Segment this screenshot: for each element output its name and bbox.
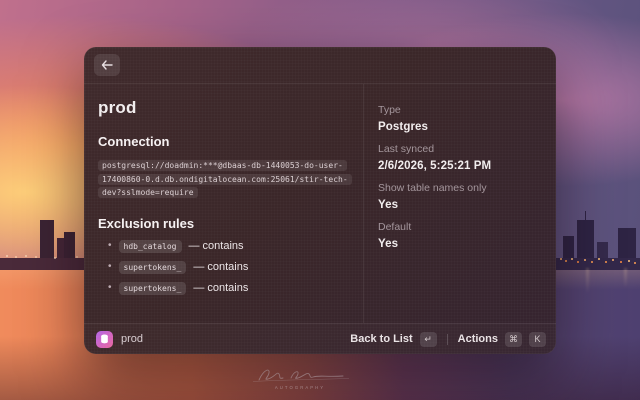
detail-window: prod Connection postgresql://doadmin:***… <box>84 47 556 354</box>
metadata-panel: Type Postgres Last synced 2/6/2026, 5:25… <box>363 84 556 323</box>
meta-label-last-synced: Last synced <box>378 143 542 155</box>
bullet-icon: • <box>108 283 112 293</box>
photographer-watermark: AUTOGRAPHY <box>238 366 362 392</box>
list-item: • hdb_catalog — contains <box>108 240 349 253</box>
meta-value-type: Postgres <box>378 121 542 133</box>
database-icon <box>100 334 109 344</box>
meta-label-show-table-names: Show table names only <box>378 182 542 194</box>
detail-main-column: prod Connection postgresql://doadmin:***… <box>84 84 363 323</box>
list-item: • supertokens_ — contains <box>108 282 349 295</box>
app-icon <box>96 331 113 348</box>
connection-heading: Connection <box>98 134 349 149</box>
action-bar: prod Back to List ↵ Actions ⌘ K <box>84 323 556 354</box>
water-reflection <box>586 268 589 294</box>
meta-label-default: Default <box>378 221 542 233</box>
meta-value-default: Yes <box>378 238 542 250</box>
shoreline <box>556 258 640 270</box>
k-key-icon[interactable]: K <box>529 332 546 347</box>
city-lights <box>6 255 8 257</box>
return-key-icon[interactable]: ↵ <box>420 332 437 347</box>
watermark-caption: AUTOGRAPHY <box>257 386 344 390</box>
bullet-icon: • <box>108 262 112 272</box>
page-title: prod <box>98 98 349 118</box>
rule-mode-label: — contains <box>193 261 248 273</box>
shoreline <box>0 258 86 270</box>
list-item: • supertokens_ — contains <box>108 261 349 274</box>
footer-app-name: prod <box>121 333 143 345</box>
back-button[interactable] <box>94 54 120 76</box>
meta-value-last-synced: 2/6/2026, 5:25:21 PM <box>378 160 542 172</box>
rule-pattern-badge: supertokens_ <box>119 261 187 274</box>
rule-pattern-badge: hdb_catalog <box>119 240 182 253</box>
connection-string-block[interactable]: postgresql://doadmin:***@dbaas-db-144005… <box>98 158 366 199</box>
signature-icon <box>245 366 355 384</box>
connection-string: postgresql://doadmin:***@dbaas-db-144005… <box>98 160 352 198</box>
rule-mode-label: — contains <box>189 240 244 252</box>
back-arrow-icon <box>101 60 113 70</box>
exclusion-rules-heading: Exclusion rules <box>98 216 349 231</box>
city-lights <box>560 258 562 260</box>
rule-pattern-badge: supertokens_ <box>119 282 187 295</box>
meta-label-type: Type <box>378 104 542 116</box>
back-to-list-button[interactable]: Back to List <box>350 333 412 345</box>
rule-mode-label: — contains <box>193 282 248 294</box>
exclusion-rule-list: • hdb_catalog — contains • supertokens_ … <box>98 240 349 295</box>
water-reflection <box>624 268 627 288</box>
actions-button[interactable]: Actions <box>458 333 498 345</box>
window-header <box>84 47 556 84</box>
tower-spire <box>585 211 586 220</box>
footer-separator <box>447 334 448 345</box>
meta-value-show-table-names: Yes <box>378 199 542 211</box>
command-key-icon[interactable]: ⌘ <box>505 332 522 347</box>
bullet-icon: • <box>108 241 112 251</box>
